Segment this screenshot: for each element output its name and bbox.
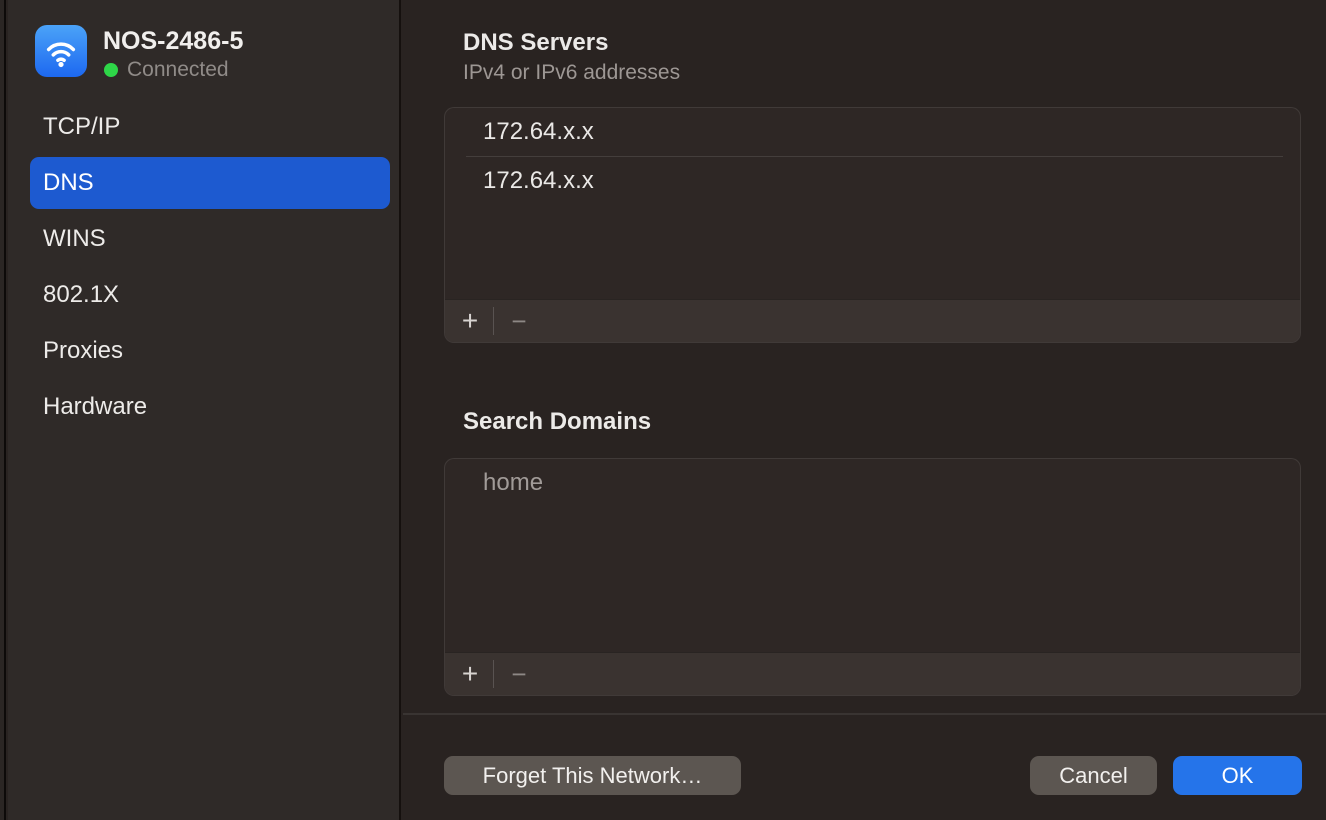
search-domains-list: home + −: [444, 458, 1301, 696]
dns-server-value: 172.64.x.x: [483, 118, 594, 146]
network-status: Connected: [104, 58, 229, 82]
window-edge: [0, 0, 6, 820]
search-domain-value: home: [483, 469, 543, 497]
sidebar-item-label: WINS: [43, 225, 106, 253]
dns-server-row[interactable]: 172.64.x.x: [445, 108, 1300, 156]
wifi-icon: [35, 25, 87, 77]
sidebar-item-label: Proxies: [43, 337, 123, 365]
search-list-toolbar: + −: [445, 652, 1300, 695]
status-label: Connected: [127, 58, 229, 82]
sidebar-item-label: DNS: [43, 169, 94, 197]
sidebar-item-label: 802.1X: [43, 281, 119, 309]
dns-server-value: 172.64.x.x: [483, 167, 594, 195]
status-dot: [104, 63, 118, 77]
network-name: NOS-2486-5: [103, 27, 243, 56]
toolbar-divider: [493, 307, 494, 335]
remove-icon[interactable]: −: [499, 300, 539, 343]
sidebar-item-wins[interactable]: WINS: [30, 213, 390, 265]
network-details-sheet: NOS-2486-5 Connected TCP/IP DNS WINS 802…: [0, 0, 1326, 820]
sidebar-nav: TCP/IP DNS WINS 802.1X Proxies Hardware: [30, 101, 390, 437]
sidebar-item-proxies[interactable]: Proxies: [30, 325, 390, 377]
dns-servers-subtitle: IPv4 or IPv6 addresses: [463, 61, 680, 85]
sidebar-item-dns[interactable]: DNS: [30, 157, 390, 209]
search-domain-row[interactable]: home: [445, 459, 1300, 507]
sidebar-item-label: TCP/IP: [43, 113, 120, 141]
add-icon[interactable]: +: [452, 653, 488, 696]
forget-network-button[interactable]: Forget This Network…: [444, 756, 741, 795]
sidebar-item-8021x[interactable]: 802.1X: [30, 269, 390, 321]
ok-button[interactable]: OK: [1173, 756, 1302, 795]
remove-icon[interactable]: −: [499, 653, 539, 696]
sidebar-item-label: Hardware: [43, 393, 147, 421]
search-domains-title: Search Domains: [463, 408, 651, 436]
dns-list-toolbar: + −: [445, 299, 1300, 342]
dns-server-row[interactable]: 172.64.x.x: [445, 157, 1300, 205]
sidebar-item-tcpip[interactable]: TCP/IP: [30, 101, 390, 153]
cancel-button[interactable]: Cancel: [1030, 756, 1157, 795]
toolbar-divider: [493, 660, 494, 688]
sidebar: NOS-2486-5 Connected TCP/IP DNS WINS 802…: [8, 0, 401, 820]
dns-servers-title: DNS Servers: [463, 29, 608, 57]
add-icon[interactable]: +: [452, 300, 488, 343]
dns-servers-list: 172.64.x.x 172.64.x.x + −: [444, 107, 1301, 343]
footer-divider: [403, 713, 1326, 715]
sidebar-item-hardware[interactable]: Hardware: [30, 381, 390, 433]
